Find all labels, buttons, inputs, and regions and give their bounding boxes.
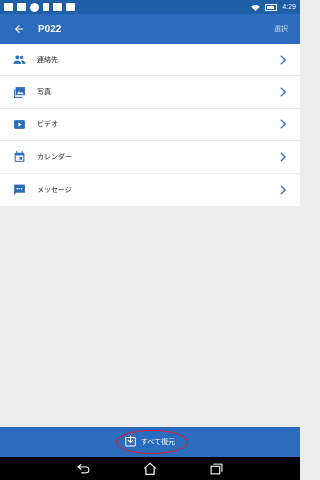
recent-apps-nav-icon[interactable] bbox=[210, 462, 224, 476]
chevron-right-icon bbox=[278, 185, 288, 195]
system-nav-bar bbox=[0, 457, 300, 480]
chevron-right-icon bbox=[278, 119, 288, 130]
list-item-photos[interactable]: 写真 bbox=[0, 76, 300, 109]
envelope-icon bbox=[66, 3, 75, 11]
list-item-messages[interactable]: メッセージ bbox=[0, 174, 300, 206]
back-nav-icon[interactable] bbox=[76, 462, 90, 476]
mail-icon bbox=[4, 3, 13, 11]
photo-icon bbox=[12, 85, 26, 99]
list-item-label: ビデオ bbox=[37, 120, 58, 129]
list-item-label: カレンダー bbox=[37, 152, 72, 161]
arrow-back-icon[interactable] bbox=[12, 22, 26, 36]
wifi-icon bbox=[251, 4, 261, 11]
list-item-videos[interactable]: ビデオ bbox=[0, 109, 300, 142]
status-time: 4:29 bbox=[282, 3, 296, 11]
status-bar: 4:29 bbox=[0, 0, 300, 14]
contacts-icon bbox=[12, 53, 26, 67]
battery-icon bbox=[265, 3, 278, 11]
vpn-icon bbox=[30, 2, 39, 12]
app-bar: P022 選択 bbox=[0, 14, 300, 44]
page-title: P022 bbox=[38, 23, 62, 35]
video-icon bbox=[12, 117, 26, 131]
chevron-right-icon bbox=[278, 87, 288, 97]
alert-icon bbox=[43, 3, 49, 11]
home-nav-icon[interactable] bbox=[143, 462, 157, 476]
restore-all-button[interactable]: すべて復元 bbox=[125, 435, 175, 449]
download-icon bbox=[125, 435, 136, 449]
list-item-label: メッセージ bbox=[37, 185, 72, 194]
chevron-right-icon bbox=[278, 152, 288, 162]
chevron-right-icon bbox=[278, 55, 288, 65]
select-button[interactable]: 選択 bbox=[274, 24, 288, 34]
list-item-label: 写真 bbox=[37, 88, 51, 97]
list-item-contacts[interactable]: 連絡先 bbox=[0, 44, 300, 77]
list-item-calendar[interactable]: カレンダー bbox=[0, 141, 300, 174]
message-icon bbox=[12, 183, 26, 197]
image-icon bbox=[17, 3, 26, 11]
notification-icons bbox=[4, 2, 75, 12]
category-list: 連絡先 写真 ビデオ カレンダー メッセージ bbox=[0, 44, 300, 206]
bottom-action-bar: すべて復元 bbox=[0, 427, 300, 457]
photo-icon bbox=[53, 3, 62, 11]
list-item-label: 連絡先 bbox=[37, 55, 58, 64]
calendar-icon bbox=[12, 150, 26, 164]
restore-all-label: すべて復元 bbox=[140, 438, 176, 446]
